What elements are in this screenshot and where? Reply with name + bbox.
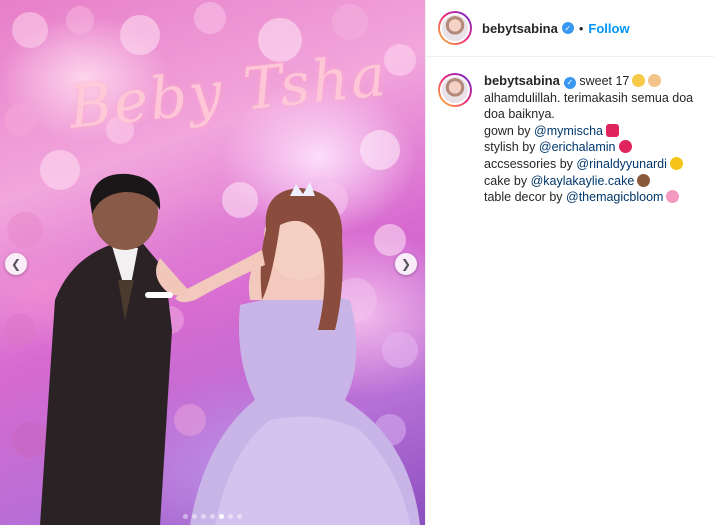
post-image[interactable]: Beby Tsha ❮ ❯ bbox=[0, 0, 425, 525]
carousel-dot bbox=[201, 514, 206, 519]
mention-link[interactable]: @rinaldyyunardi bbox=[576, 157, 667, 171]
carousel-indicator bbox=[0, 514, 425, 519]
carousel-dot bbox=[183, 514, 188, 519]
mention-link[interactable]: @themagicbloom bbox=[566, 190, 663, 204]
mention-link[interactable]: @erichalamin bbox=[539, 140, 616, 154]
cake-icon bbox=[637, 173, 651, 187]
caption-text: bebytsabina ✓ sweet 17 alhamdulillah. ter… bbox=[484, 73, 702, 206]
pray-hands-icon bbox=[648, 74, 662, 87]
caption-line-text: gown by bbox=[484, 123, 535, 138]
caption-line-text: alhamdulillah. terimakasih semua doa doa… bbox=[484, 90, 694, 122]
mention-link[interactable]: @mymischa bbox=[534, 124, 603, 138]
chevron-right-icon[interactable]: ❯ bbox=[395, 253, 417, 275]
carousel-dot bbox=[228, 514, 233, 519]
flower-icon bbox=[666, 190, 680, 204]
chevron-left-icon[interactable]: ❮ bbox=[5, 253, 27, 275]
caption-line-text: accsessories by bbox=[484, 156, 577, 171]
caption-line-text: cake by bbox=[484, 173, 531, 188]
caption-username-link[interactable]: bebytsabina bbox=[484, 73, 560, 88]
post-side-panel: bebytsabina ✓ • Follow bebytsabina ✓ swee… bbox=[425, 0, 714, 525]
avatar-photo bbox=[440, 13, 470, 43]
separator-dot: • bbox=[578, 20, 584, 36]
verified-badge-icon: ✓ bbox=[561, 22, 574, 34]
heart-icon bbox=[618, 140, 632, 154]
follow-button[interactable]: Follow bbox=[588, 21, 629, 36]
username-link[interactable]: bebytsabina bbox=[482, 21, 558, 36]
caption-line-text: table decor by bbox=[484, 190, 566, 205]
avatar[interactable] bbox=[438, 11, 472, 45]
post-header: bebytsabina ✓ • Follow bbox=[426, 0, 714, 57]
caption-line-text: sweet 17 bbox=[579, 74, 630, 88]
caption-avatar[interactable] bbox=[438, 73, 472, 107]
carousel-dot bbox=[192, 514, 197, 519]
mention-link[interactable]: @kaylakaylie.cake bbox=[531, 174, 635, 188]
caption: bebytsabina ✓ sweet 17 alhamdulillah. ter… bbox=[426, 57, 714, 206]
smile-face-icon bbox=[632, 74, 646, 87]
carousel-dot-active bbox=[219, 514, 224, 519]
carousel-dot bbox=[210, 514, 215, 519]
caption-line-text: stylish by bbox=[484, 140, 539, 155]
dress-icon bbox=[605, 123, 619, 137]
carousel-dot bbox=[237, 514, 242, 519]
verified-badge-icon: ✓ bbox=[563, 77, 576, 90]
avatar-photo bbox=[440, 75, 470, 105]
sparkles-icon bbox=[669, 156, 683, 170]
